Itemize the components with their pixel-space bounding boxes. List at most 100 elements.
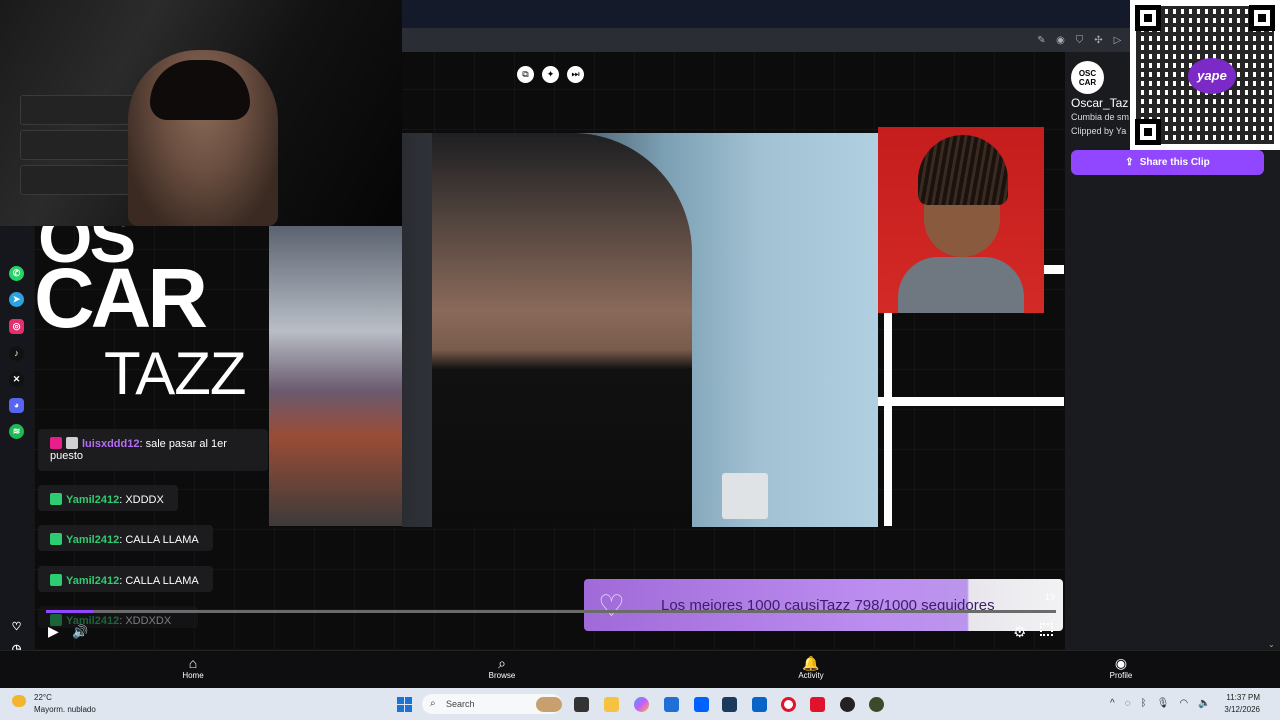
chat-username[interactable]: Yamil2412 [66, 575, 119, 587]
search-icon: ⌕ [498, 655, 506, 671]
skip-icon[interactable]: ⏭ [567, 66, 584, 83]
nav-profile-label: Profile [1109, 671, 1133, 680]
settings-gear-icon[interactable]: ⚙ [1013, 623, 1026, 641]
volume-icon[interactable]: 🔈 [1198, 698, 1210, 709]
browser-title-bar [402, 0, 1130, 28]
weather-temperature[interactable]: 22°C [34, 693, 52, 702]
nav-home-label: Home [182, 671, 204, 680]
social-sidebar: ✆ ➤ ◎ ♪ ✕ ◕ ≋ ♡ ◷ ⋯ [0, 226, 34, 677]
microphone-icon[interactable]: 🎙 [1157, 698, 1170, 709]
outlook-icon[interactable] [752, 697, 767, 712]
scroll-down-icon[interactable]: ⌄ [1268, 640, 1275, 649]
file-explorer-icon[interactable] [604, 697, 619, 712]
bluetooth-icon[interactable]: ᛒ [1141, 698, 1147, 709]
dropbox-icon[interactable] [694, 697, 709, 712]
wifi-icon[interactable]: ◠ [1179, 698, 1188, 709]
task-view-icon[interactable] [574, 697, 589, 712]
video-overlay [402, 133, 878, 527]
avatar-text-bottom: CAR [1078, 78, 1097, 87]
edit-icon[interactable]: ✎ [1036, 35, 1047, 46]
nav-profile[interactable]: ◉ Profile [1091, 655, 1151, 680]
play-button[interactable]: ▶ [48, 624, 62, 638]
windows-start-icon[interactable] [397, 697, 412, 712]
picture-in-picture-icon[interactable]: ⧉ [517, 66, 534, 83]
share-label: Share this Clip [1139, 157, 1210, 168]
logo-line-2: CAR [34, 251, 208, 345]
chat-message: Yamil2412: CALLA LLAMA [38, 525, 213, 551]
chat-message: Yamil2412: XDDDX [38, 485, 178, 511]
terminal-icon[interactable] [722, 697, 737, 712]
nav-browse[interactable]: ⌕ Browse [472, 655, 532, 680]
clip-title: Cumbia de sm [1071, 112, 1130, 122]
camera-icon[interactable]: ◉ [1055, 35, 1066, 46]
channel-logo: OS CAR TAZZ [34, 226, 270, 416]
overlay-divider-notch [1044, 265, 1064, 274]
moderator-badge-icon [50, 574, 62, 586]
browser-toolbar [402, 28, 1132, 52]
goal-heart-icon: ♡ [598, 590, 625, 623]
taskbar-search-placeholder: Search [446, 699, 475, 709]
bell-icon: 🔔 [802, 655, 820, 671]
vip-badge-icon [66, 437, 78, 449]
moderator-badge-icon [50, 493, 62, 505]
forward-icon[interactable]: ▷ [1112, 35, 1123, 46]
x-icon[interactable]: ✕ [9, 372, 24, 387]
chat-text: : XDDDX [119, 494, 164, 506]
weather-description[interactable]: Mayorm. nublado [34, 705, 96, 714]
sparkle-icon[interactable]: ✦ [542, 66, 559, 83]
nav-activity-label: Activity [798, 671, 824, 680]
shield-icon[interactable]: ⛉ [1074, 35, 1085, 46]
tiktok-icon[interactable]: ♪ [9, 346, 24, 361]
channel-name[interactable]: Oscar_Taz [1071, 96, 1128, 110]
overlay-portrait-image [878, 127, 1044, 313]
clock-date[interactable]: 3/12/2026 [1218, 705, 1260, 714]
fullscreen-icon[interactable] [1040, 623, 1053, 636]
nav-activity[interactable]: 🔔 Activity [781, 655, 841, 680]
share-icon: ⇪ [1125, 157, 1134, 168]
discord-icon[interactable]: ◕ [9, 398, 24, 413]
webcam-feed [0, 0, 402, 226]
clipped-by: Clipped by Ya [1071, 126, 1127, 136]
chat-text: : CALLA LLAMA [119, 575, 199, 587]
volume-button[interactable]: 🔊 [72, 624, 88, 640]
overlay-divider-vertical [884, 313, 892, 526]
profile-icon: ◉ [1114, 655, 1128, 671]
chat-message: Yamil2412: CALLA LLAMA [38, 566, 213, 592]
chat-username[interactable]: Yamil2412 [66, 534, 119, 546]
overlay-divider-horizontal [878, 397, 1064, 406]
channel-avatar[interactable]: OSC CAR [1071, 61, 1104, 94]
video-progress-track[interactable] [46, 610, 1056, 613]
yape-logo-text: yape [1197, 68, 1227, 83]
chat-username[interactable]: luisxddd12 [82, 438, 139, 450]
moderator-badge-icon [50, 533, 62, 545]
video-control-buttons: ⧉ ✦ ⏭ [517, 66, 584, 83]
instagram-icon[interactable]: ◎ [9, 319, 24, 334]
heart-icon[interactable]: ♡ [9, 620, 24, 635]
telegram-icon[interactable]: ➤ [9, 292, 24, 307]
avatar-text-top: OSC [1078, 69, 1097, 78]
subscriber-badge-icon [50, 437, 62, 449]
share-clip-button[interactable]: ⇪ Share this Clip [1071, 150, 1264, 175]
chat-text: : XDDXDX [119, 615, 172, 627]
system-tray: ^ ◌ ᛒ 🎙 ◠ 🔈 [1110, 698, 1211, 709]
chat-username[interactable]: Yamil2412 [66, 494, 119, 506]
copilot-icon[interactable] [634, 697, 649, 712]
app-icon[interactable] [869, 697, 884, 712]
chat-message: luisxddd12: sale pasar al 1er puesto [38, 429, 268, 471]
weather-icon[interactable] [12, 695, 26, 707]
clock-time[interactable]: 11:37 PM [1218, 693, 1260, 702]
search-icon: ⌕ [430, 698, 436, 709]
chevron-up-icon[interactable]: ^ [1110, 698, 1115, 709]
store-icon[interactable] [664, 697, 679, 712]
wps-icon[interactable] [810, 697, 825, 712]
tray-app-icon[interactable]: ◌ [1125, 698, 1131, 709]
nav-browse-label: Browse [488, 671, 516, 680]
extensions-icon[interactable]: ✣ [1093, 35, 1104, 46]
search-highlight-icon[interactable] [536, 697, 562, 712]
nav-home[interactable]: ⌂ Home [163, 655, 223, 680]
obs-icon[interactable] [840, 697, 855, 712]
whatsapp-icon[interactable]: ✆ [9, 266, 24, 281]
goal-corner-count: 19 [1045, 592, 1056, 602]
opera-icon[interactable] [781, 697, 796, 712]
spotify-icon[interactable]: ≋ [9, 424, 24, 439]
